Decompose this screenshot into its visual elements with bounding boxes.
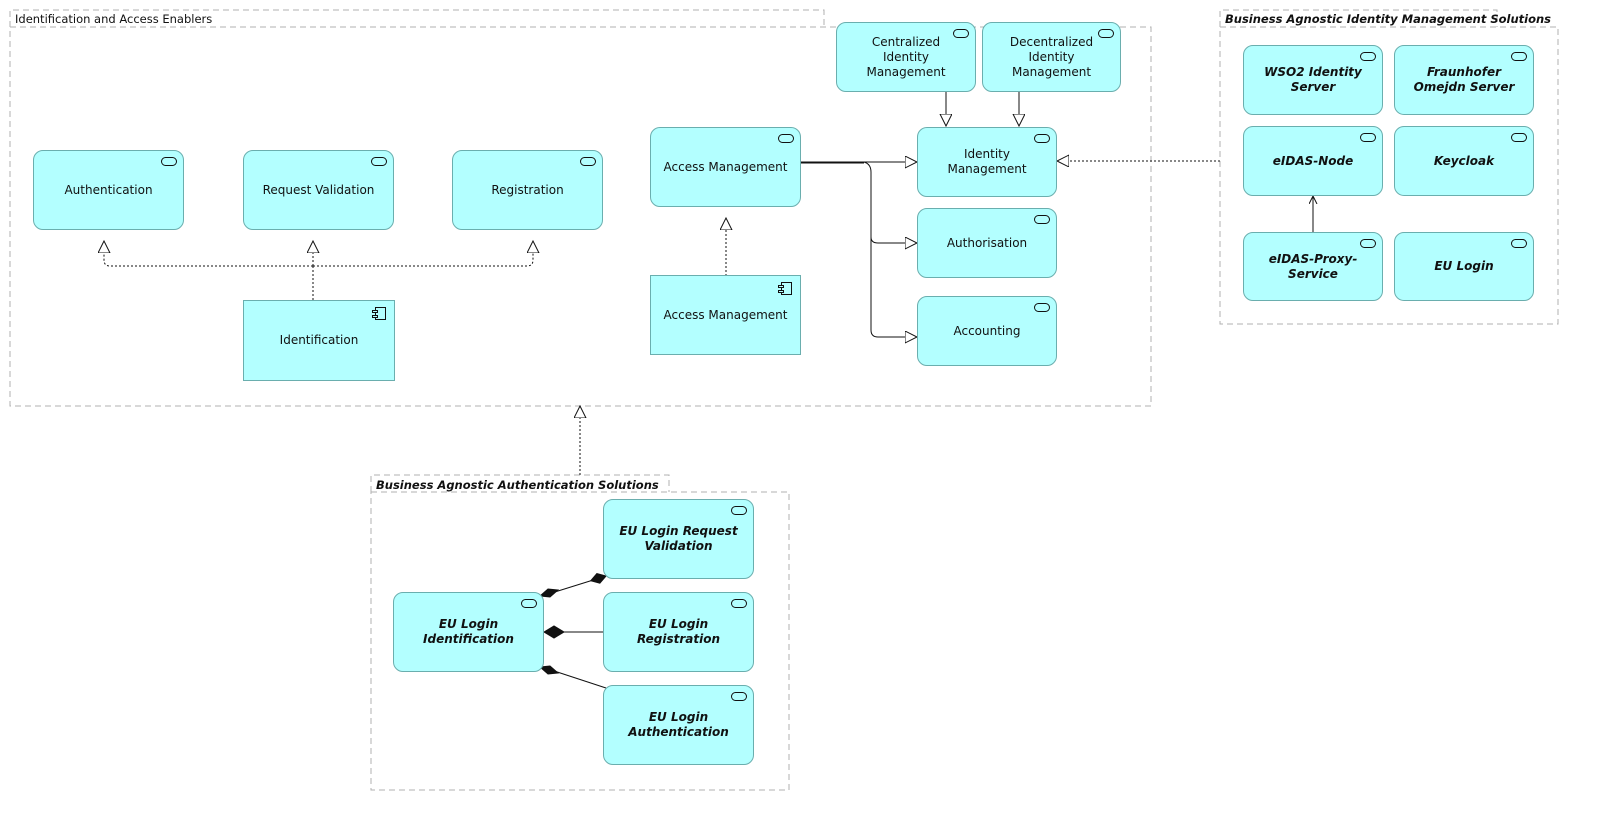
- node-label: EU Login Authentication: [628, 710, 729, 739]
- node-label: Access Management: [663, 307, 788, 322]
- diamond-request-validation: [538, 588, 560, 598]
- connections-layer: [9, 9, 1559, 791]
- node-identity-management[interactable]: Identity Management: [917, 127, 1057, 197]
- node-centralized-identity-management[interactable]: Centralized Identity Management: [836, 22, 976, 92]
- node-label: Identity Management: [947, 147, 1027, 176]
- business-service-icon: [953, 29, 969, 38]
- node-eu-login-authentication[interactable]: EU Login Authentication: [603, 685, 754, 765]
- diamond-registration: [543, 625, 565, 639]
- group-title-enablers: Identification and Access Enablers: [15, 12, 213, 26]
- node-label: Registration: [491, 182, 564, 197]
- business-service-icon: [580, 157, 596, 166]
- group-title-identity-solutions: Business Agnostic Identity Management So…: [1225, 12, 1552, 26]
- composition-eu-login: [541, 573, 607, 689]
- node-label: EU Login Request Validation: [619, 524, 738, 553]
- business-service-icon: [371, 157, 387, 166]
- component-icon: [372, 307, 386, 320]
- node-label: Access Management: [663, 159, 788, 174]
- node-label: EU Login Registration: [636, 617, 720, 646]
- business-service-icon: [1360, 133, 1376, 142]
- node-eu-login-identification[interactable]: EU Login Identification: [393, 592, 544, 672]
- node-authorisation[interactable]: Authorisation: [917, 208, 1057, 278]
- business-service-icon: [731, 599, 747, 608]
- node-label: Identification: [279, 333, 359, 347]
- component-icon: [778, 282, 792, 295]
- node-eu-login-request-validation[interactable]: EU Login Request Validation: [603, 499, 754, 579]
- node-label: Authentication: [64, 182, 153, 197]
- node-eu-login-registration[interactable]: EU Login Registration: [603, 592, 754, 672]
- business-service-icon: [1034, 215, 1050, 224]
- node-label: eIDAS-Node: [1272, 153, 1354, 168]
- node-label: Decentralized Identity Management: [1009, 34, 1094, 79]
- node-label: Fraunhofer Omejdn Server: [1413, 65, 1515, 94]
- node-label: Authorisation: [946, 235, 1028, 250]
- business-service-icon: [1098, 29, 1114, 38]
- business-service-icon: [161, 157, 177, 166]
- node-decentralized-identity-management[interactable]: Decentralized Identity Management: [982, 22, 1121, 92]
- node-access-management-component[interactable]: Access Management: [650, 275, 801, 355]
- node-fraunhofer-omejdn-server[interactable]: Fraunhofer Omejdn Server: [1394, 45, 1534, 115]
- business-service-icon: [1034, 303, 1050, 312]
- node-keycloak[interactable]: Keycloak: [1394, 126, 1534, 196]
- business-service-icon: [1034, 134, 1050, 143]
- node-label: WSO2 Identity Server: [1264, 65, 1362, 94]
- node-label: eIDAS-Proxy-Service: [1268, 251, 1358, 281]
- business-service-icon: [1511, 239, 1527, 248]
- node-access-management-service[interactable]: Access Management: [650, 127, 801, 207]
- business-service-icon: [1511, 133, 1527, 142]
- node-registration[interactable]: Registration: [452, 150, 603, 230]
- group-title-auth-solutions: Business Agnostic Authentication Solutio…: [376, 478, 659, 492]
- business-service-icon: [778, 134, 794, 143]
- realization-identification-services: [104, 241, 533, 300]
- node-authentication[interactable]: Authentication: [33, 150, 184, 230]
- business-service-icon: [1360, 239, 1376, 248]
- node-eidas-proxy-service[interactable]: eIDAS-Proxy-Service: [1243, 232, 1383, 301]
- node-label: EU Login Identification: [423, 617, 514, 646]
- diamond-authentication: [538, 665, 560, 675]
- node-label: Keycloak: [1433, 153, 1495, 168]
- node-label: EU Login: [1434, 259, 1494, 273]
- specialization-access-management: [801, 162, 917, 337]
- node-eu-login[interactable]: EU Login: [1394, 232, 1534, 301]
- node-request-validation[interactable]: Request Validation: [243, 150, 394, 230]
- node-identification[interactable]: Identification: [243, 300, 395, 381]
- business-service-icon: [731, 506, 747, 515]
- node-label: Centralized Identity Management: [866, 34, 946, 79]
- node-accounting[interactable]: Accounting: [917, 296, 1057, 366]
- node-eidas-node[interactable]: eIDAS-Node: [1243, 126, 1383, 196]
- node-wso2-identity-server[interactable]: WSO2 Identity Server: [1243, 45, 1383, 115]
- node-label: Request Validation: [262, 182, 375, 197]
- node-label: Accounting: [953, 323, 1021, 338]
- business-service-icon: [521, 599, 537, 608]
- business-service-icon: [1511, 52, 1527, 61]
- business-service-icon: [1360, 52, 1376, 61]
- business-service-icon: [731, 692, 747, 701]
